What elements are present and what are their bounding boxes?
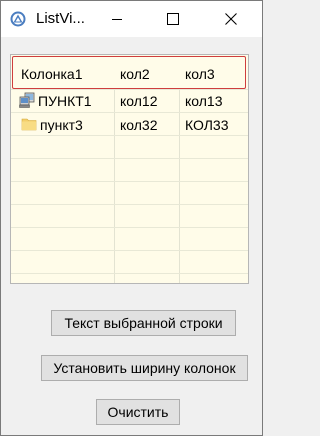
grid-line xyxy=(11,273,248,274)
maximize-button[interactable] xyxy=(150,1,196,37)
folder-icon xyxy=(21,118,37,131)
list-item-subitem: кол12 xyxy=(120,93,158,109)
column-header-3[interactable]: кол3 xyxy=(185,64,215,84)
clear-button[interactable]: Очистить xyxy=(96,399,180,425)
column-header-1[interactable]: Колонка1 xyxy=(21,64,82,84)
app-icon xyxy=(10,11,26,27)
list-item-label: ПУНКТ1 xyxy=(38,93,92,109)
list-item-label: пункт3 xyxy=(40,117,83,133)
title-bar[interactable]: ListVi... xyxy=(1,1,262,37)
column-header-2[interactable]: кол2 xyxy=(120,64,150,84)
grid-line xyxy=(11,158,248,159)
grid-line xyxy=(11,135,248,136)
list-view[interactable]: Колонка1 кол2 кол3 ПУНКТ1 кол12 кол13 пу… xyxy=(10,54,249,284)
main-window: ListVi... Колонка1 кол2 кол3 ПУНКТ1 кол1… xyxy=(0,0,263,436)
grid-line xyxy=(11,181,248,182)
grid-line xyxy=(11,89,248,90)
set-column-width-button[interactable]: Установить ширину колонок xyxy=(41,355,248,381)
grid-line xyxy=(11,112,248,113)
maximize-icon xyxy=(167,13,179,25)
list-item-subitem: кол32 xyxy=(120,117,158,133)
grid-line xyxy=(11,227,248,228)
minimize-icon xyxy=(112,19,122,20)
window-title: ListVi... xyxy=(36,10,85,27)
grid-line xyxy=(11,250,248,251)
list-item-subitem: кол13 xyxy=(185,93,223,109)
close-icon xyxy=(225,13,237,25)
close-button[interactable] xyxy=(208,1,254,37)
computer-icon xyxy=(19,92,35,108)
grid-line xyxy=(11,204,248,205)
minimize-button[interactable] xyxy=(94,1,140,37)
selected-row-text-button[interactable]: Текст выбранной строки xyxy=(51,310,236,336)
list-header: Колонка1 кол2 кол3 xyxy=(11,55,248,89)
list-item-subitem: КОЛ33 xyxy=(185,117,229,133)
